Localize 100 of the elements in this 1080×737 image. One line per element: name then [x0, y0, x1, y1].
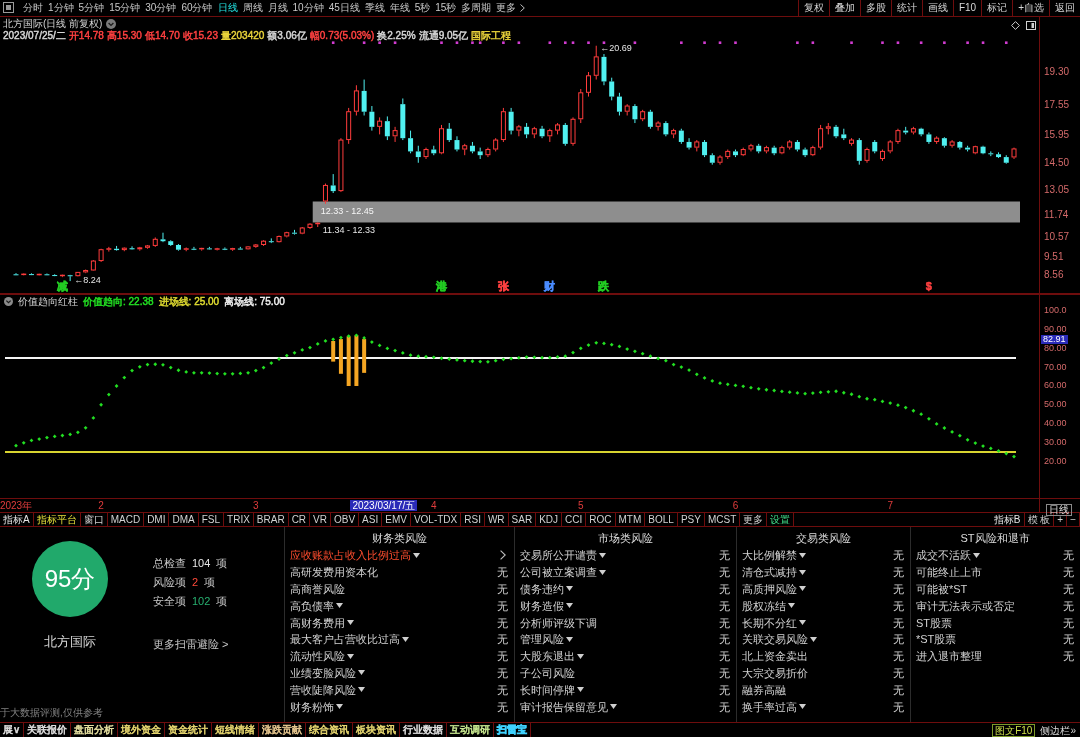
caret-down-icon[interactable] — [599, 552, 606, 558]
bottom-tab[interactable]: 板块资讯 — [353, 723, 401, 737]
indicator-tab[interactable]: OBV — [331, 513, 360, 526]
indicator-tab[interactable]: SAR — [508, 513, 537, 526]
indicator-tab[interactable]: TRIX — [224, 513, 254, 526]
indicator-tab[interactable]: PSY — [677, 513, 705, 526]
side-button[interactable]: 图文F10 — [992, 723, 1036, 737]
indicator-tab[interactable]: − — [1067, 513, 1080, 526]
toolbar-button[interactable]: 叠加 — [828, 0, 860, 16]
bottom-tab[interactable]: 盘面分析 — [71, 723, 119, 737]
indicator-tab[interactable]: MACD — [107, 513, 145, 526]
more-link[interactable]: 更多扫雷避险 > — [153, 636, 229, 652]
caret-down-icon[interactable] — [347, 620, 354, 626]
risk-item[interactable]: 管理风险 — [520, 632, 564, 647]
indicator-tab[interactable]: EMV — [382, 513, 411, 526]
bottom-tab[interactable]: 涨跌贡献 — [259, 723, 307, 737]
chevron-down-icon[interactable] — [106, 18, 117, 29]
risk-item[interactable]: 股权冻结 — [742, 598, 786, 613]
period-tab[interactable]: 周线 — [241, 0, 264, 16]
risk-item[interactable]: 换手率过高 — [742, 699, 797, 714]
period-tab[interactable]: 30分钟 — [144, 0, 178, 16]
indicator-tab[interactable]: DMI — [144, 513, 170, 526]
bottom-tab[interactable]: 境外资金 — [118, 723, 166, 737]
caret-down-icon[interactable] — [799, 620, 806, 626]
period-tab[interactable]: 15秒 — [434, 0, 458, 16]
caret-down-icon[interactable] — [799, 704, 806, 710]
event-marker[interactable]: 跌 — [598, 280, 610, 292]
bottom-tab[interactable]: 行业数据 — [400, 723, 448, 737]
caret-down-icon[interactable] — [336, 704, 343, 710]
indicator-tab[interactable]: DMA — [169, 513, 199, 526]
caret-down-icon[interactable] — [402, 636, 409, 642]
risk-item[interactable]: 大比例解禁 — [742, 548, 797, 563]
diamond-icon[interactable] — [1011, 21, 1020, 30]
caret-down-icon[interactable] — [577, 687, 584, 693]
indicator-tab[interactable]: + — [1054, 513, 1068, 526]
risk-item[interactable]: 长期不分红 — [742, 615, 797, 630]
caret-down-icon[interactable] — [610, 704, 617, 710]
caret-down-icon[interactable] — [358, 687, 365, 693]
caret-down-icon[interactable] — [810, 636, 817, 642]
risk-item[interactable]: 债务违约 — [520, 582, 564, 596]
risk-item[interactable]: 清仓式减持 — [742, 565, 797, 580]
risk-item[interactable]: 应收账款占收入比例过高 — [290, 548, 411, 563]
event-marker[interactable]: $ — [925, 280, 932, 292]
bottom-tab[interactable]: 展∨ — [0, 723, 25, 737]
indicator-tab[interactable]: VR — [310, 513, 331, 526]
caret-down-icon[interactable] — [566, 636, 573, 642]
period-tab[interactable]: 年线 — [388, 0, 411, 16]
bottom-tab[interactable]: 互动调研 — [447, 723, 495, 737]
indicator-tab[interactable]: 指标A — [0, 513, 34, 526]
period-tab[interactable]: 10分钟 — [291, 0, 325, 16]
indicator-tab[interactable]: CCI — [562, 513, 587, 526]
toolbar-button[interactable]: 复权 — [797, 0, 829, 16]
risk-item[interactable]: 业绩变脸风险 — [290, 665, 356, 680]
bottom-tab[interactable]: 短线情绪 — [212, 723, 260, 737]
indicator-tab[interactable]: KDJ — [536, 513, 563, 526]
toolbar-button[interactable]: +自选 — [1012, 0, 1049, 16]
period-tab[interactable]: 1分钟 — [47, 0, 75, 16]
indicator-tab[interactable]: 指标B — [990, 513, 1025, 526]
indicator-tab[interactable]: MCST — [704, 513, 741, 526]
toolbar-button[interactable]: F10 — [952, 0, 982, 16]
indicator-tab[interactable]: ROC — [586, 513, 616, 526]
event-marker[interactable]: 港 — [436, 280, 447, 292]
period-tab[interactable]: 60分钟 — [180, 0, 214, 16]
indicator-tab[interactable]: 模 板 — [1024, 513, 1055, 526]
risk-item[interactable]: 高负债率 — [290, 598, 334, 613]
indicator-tab[interactable]: 更多 — [740, 513, 768, 526]
period-tab[interactable]: 45日线 — [327, 0, 361, 16]
indicator-tab[interactable]: BRAR — [253, 513, 289, 526]
period-tab[interactable]: 5分钟 — [77, 0, 106, 16]
risk-item[interactable]: 高财务费用 — [290, 615, 345, 630]
risk-item[interactable]: 流动性风险 — [290, 649, 345, 664]
indicator-tab[interactable]: BOLL — [645, 513, 678, 526]
window-icon[interactable] — [3, 2, 14, 13]
risk-item[interactable]: 关联交易风险 — [742, 632, 808, 647]
period-tab[interactable]: 15分钟 — [108, 0, 142, 16]
period-tab[interactable]: 日线 — [216, 0, 239, 16]
indicator-tab[interactable]: 设置 — [767, 513, 795, 526]
event-marker[interactable]: 财 — [544, 280, 556, 292]
indicator-tab[interactable]: FSL — [198, 513, 225, 526]
caret-down-icon[interactable] — [577, 653, 584, 659]
caret-down-icon[interactable] — [347, 653, 354, 659]
indicator-tab[interactable]: WR — [484, 513, 509, 526]
caret-down-icon[interactable] — [413, 552, 420, 558]
caret-down-icon[interactable] — [336, 603, 343, 609]
bottom-tab[interactable]: 扫雷宝 — [494, 723, 532, 737]
period-tab[interactable]: 5秒 — [413, 0, 432, 16]
caret-down-icon[interactable] — [799, 586, 806, 592]
period-tab[interactable]: 月线 — [266, 0, 289, 16]
caret-down-icon[interactable] — [973, 552, 980, 558]
risk-item[interactable]: 财务粉饰 — [290, 699, 334, 714]
risk-item[interactable]: 公司被立案调查 — [520, 565, 597, 580]
chevron-down-icon[interactable] — [4, 297, 13, 306]
toolbar-button[interactable]: 返回 — [1049, 0, 1080, 16]
caret-down-icon[interactable] — [599, 569, 606, 575]
period-tab[interactable]: 多周期 — [460, 0, 493, 16]
event-marker[interactable]: 张 — [497, 280, 509, 292]
caret-down-icon[interactable] — [566, 603, 573, 609]
side-button[interactable]: 侧边栏» — [1037, 723, 1079, 737]
caret-down-icon[interactable] — [799, 569, 806, 575]
bottom-tab[interactable]: 综合资讯 — [306, 723, 354, 737]
